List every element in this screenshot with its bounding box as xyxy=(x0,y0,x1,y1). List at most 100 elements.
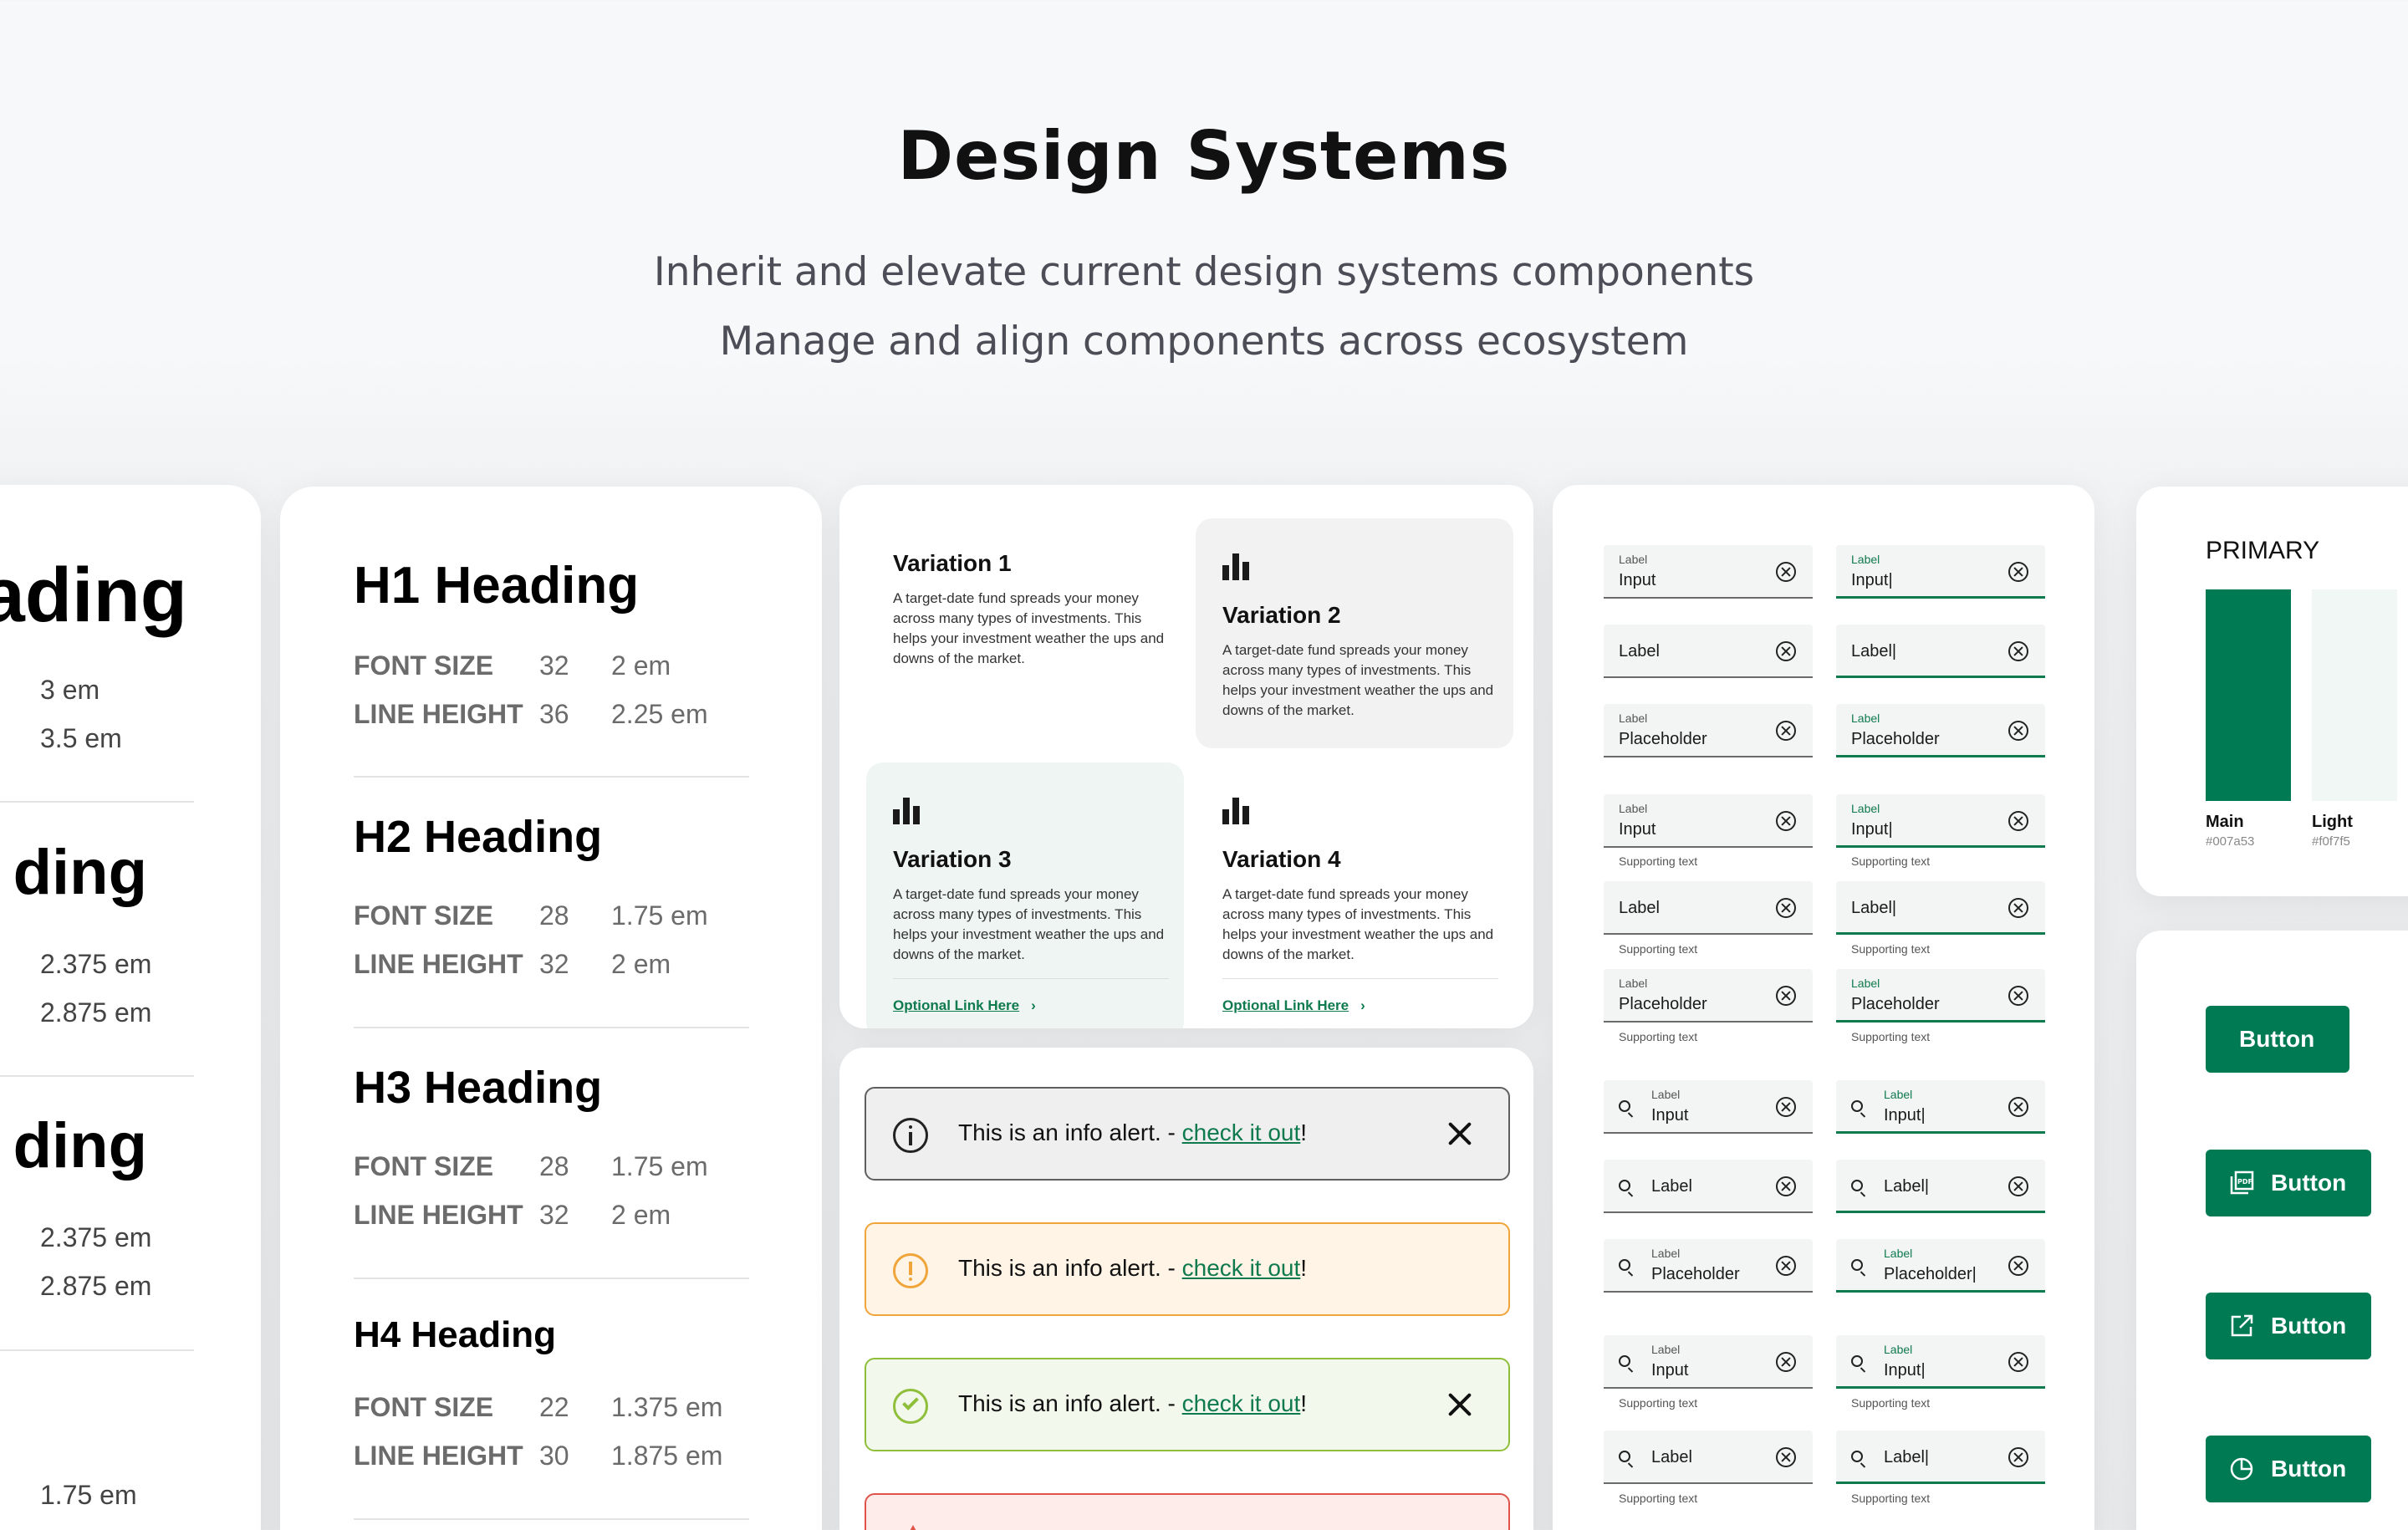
search-field-active[interactable]: Label Placeholder| xyxy=(1836,1239,2045,1293)
alert-success: This is an info alert. - check it out! xyxy=(865,1358,1510,1451)
variation-title: Variation 2 xyxy=(1222,602,1341,628)
clipped-h3-line-em: 2.875 em xyxy=(40,1271,152,1301)
line-height-label: LINE HEIGHT xyxy=(354,1200,523,1230)
supporting-text: Supporting text xyxy=(1619,1492,1698,1505)
h2-heading-sample: H2 Heading xyxy=(354,812,603,862)
text-field-active[interactable]: Label| xyxy=(1836,881,2045,935)
text-field-active[interactable]: Label Input| xyxy=(1836,545,2045,599)
supporting-text: Supporting text xyxy=(1619,942,1698,956)
supporting-text: Supporting text xyxy=(1851,1492,1931,1505)
text-field-active[interactable]: Label Input| xyxy=(1836,794,2045,848)
alert-text: This is an info alert. - check it out! xyxy=(958,1119,1308,1145)
clear-icon[interactable] xyxy=(2008,986,2028,1006)
search-icon xyxy=(1851,1259,1863,1271)
clipped-h1-heading: ading xyxy=(0,553,187,638)
font-size-px: 22 xyxy=(539,1392,569,1422)
alert-link[interactable]: check it out xyxy=(1182,1390,1301,1416)
variation-title: Variation 4 xyxy=(1222,846,1341,872)
divider xyxy=(0,801,194,803)
text-field-active[interactable]: Label Placeholder xyxy=(1836,704,2045,757)
text-field-active[interactable]: Label| xyxy=(1836,625,2045,678)
text-field[interactable]: Label xyxy=(1604,625,1813,678)
font-size-label: FONT SIZE xyxy=(354,650,494,681)
supporting-text: Supporting text xyxy=(1851,854,1931,868)
supporting-text: Supporting text xyxy=(1851,1396,1931,1410)
warning-icon xyxy=(893,1253,928,1288)
text-field[interactable]: Label xyxy=(1604,881,1813,935)
clear-icon[interactable] xyxy=(2008,1256,2028,1276)
search-field-active[interactable]: Label Input| xyxy=(1836,1335,2045,1389)
alert-link[interactable]: check it out xyxy=(1182,1255,1301,1281)
color-palette-card: PRIMARY Main #007a53 Light #f0f7f5 xyxy=(2136,487,2408,896)
clear-icon[interactable] xyxy=(1776,1256,1796,1276)
pdf-button[interactable]: PDF Button xyxy=(2206,1150,2371,1216)
search-field[interactable]: Label Input xyxy=(1604,1335,1813,1389)
line-height-em: 2 em xyxy=(611,949,671,979)
h4-line-height-row: LINE HEIGHT 30 1.875 em xyxy=(354,1441,722,1471)
clear-icon[interactable] xyxy=(1776,641,1796,661)
page-title: Design Systems xyxy=(897,117,1511,195)
close-icon[interactable] xyxy=(1443,1388,1477,1421)
clear-icon[interactable] xyxy=(1776,811,1796,831)
text-field[interactable]: Label Placeholder xyxy=(1604,969,1813,1023)
clear-icon[interactable] xyxy=(2008,811,2028,831)
clear-icon[interactable] xyxy=(1776,1097,1796,1117)
clear-icon[interactable] xyxy=(2008,641,2028,661)
search-field[interactable]: Label xyxy=(1604,1431,1813,1484)
clear-icon[interactable] xyxy=(1776,1352,1796,1372)
clear-icon[interactable] xyxy=(2008,721,2028,741)
clear-icon[interactable] xyxy=(2008,1176,2028,1196)
optional-link[interactable]: Optional Link Here › xyxy=(893,997,1036,1014)
line-height-em: 2.25 em xyxy=(611,699,708,729)
error-icon xyxy=(905,1525,921,1530)
swatch-light-hex: #f0f7f5 xyxy=(2312,834,2350,849)
swatch-main xyxy=(2206,589,2291,801)
font-size-px: 28 xyxy=(539,900,569,931)
alerts-card: This is an info alert. - check it out! T… xyxy=(839,1048,1533,1530)
h4-heading-sample: H4 Heading xyxy=(354,1314,557,1355)
variation-card-1: Variation 1 A target-date fund spreads y… xyxy=(866,518,1184,748)
clear-icon[interactable] xyxy=(1776,1447,1796,1467)
line-height-px: 30 xyxy=(539,1441,569,1471)
external-link-button[interactable]: Button xyxy=(2206,1293,2371,1359)
search-field-active[interactable]: Label Input| xyxy=(1836,1080,2045,1134)
divider xyxy=(354,1027,749,1028)
clear-icon[interactable] xyxy=(2008,562,2028,582)
search-field-active[interactable]: Label| xyxy=(1836,1431,2045,1484)
swatch-light-name: Light xyxy=(2312,813,2353,831)
close-icon[interactable] xyxy=(1443,1117,1477,1150)
text-field-active[interactable]: Label Placeholder xyxy=(1836,969,2045,1023)
search-field-active[interactable]: Label| xyxy=(1836,1160,2045,1213)
clear-icon[interactable] xyxy=(2008,1352,2028,1372)
clear-icon[interactable] xyxy=(2008,1097,2028,1117)
h3-heading-sample: H3 Heading xyxy=(354,1063,603,1113)
clear-icon[interactable] xyxy=(1776,721,1796,741)
clear-icon[interactable] xyxy=(2008,898,2028,918)
info-icon xyxy=(893,1118,928,1153)
search-field[interactable]: Label Input xyxy=(1604,1080,1813,1134)
clear-icon[interactable] xyxy=(1776,986,1796,1006)
clear-icon[interactable] xyxy=(2008,1447,2028,1467)
variation-body: A target-date fund spreads your money ac… xyxy=(1222,886,1494,962)
pie-chart-button[interactable]: Button xyxy=(2206,1436,2371,1502)
clear-icon[interactable] xyxy=(1776,898,1796,918)
h1-line-height-row: LINE HEIGHT 36 2.25 em xyxy=(354,699,708,730)
variation-body: A target-date fund spreads your money ac… xyxy=(893,590,1165,666)
page-subtitle-2: Manage and align components across ecosy… xyxy=(719,319,1689,365)
primary-button[interactable]: Button xyxy=(2206,1006,2349,1073)
alert-link[interactable]: check it out xyxy=(1182,1119,1301,1145)
swatch-light xyxy=(2312,589,2397,801)
typography-card: H1 Heading FONT SIZE 32 2 em LINE HEIGHT 36… xyxy=(280,487,822,1530)
text-field[interactable]: Label Input xyxy=(1604,794,1813,848)
variation-title: Variation 3 xyxy=(893,846,1012,872)
optional-link[interactable]: Optional Link Here › xyxy=(1222,997,1365,1014)
font-size-em: 2 em xyxy=(611,650,671,681)
clear-icon[interactable] xyxy=(1776,1176,1796,1196)
search-field[interactable]: Label xyxy=(1604,1160,1813,1213)
text-field[interactable]: Label Input xyxy=(1604,545,1813,599)
divider xyxy=(893,978,1169,979)
clear-icon[interactable] xyxy=(1776,562,1796,582)
text-field[interactable]: Label Placeholder xyxy=(1604,704,1813,757)
h4-font-size-row: FONT SIZE 22 1.375 em xyxy=(354,1392,722,1423)
search-field[interactable]: Label Placeholder xyxy=(1604,1239,1813,1293)
